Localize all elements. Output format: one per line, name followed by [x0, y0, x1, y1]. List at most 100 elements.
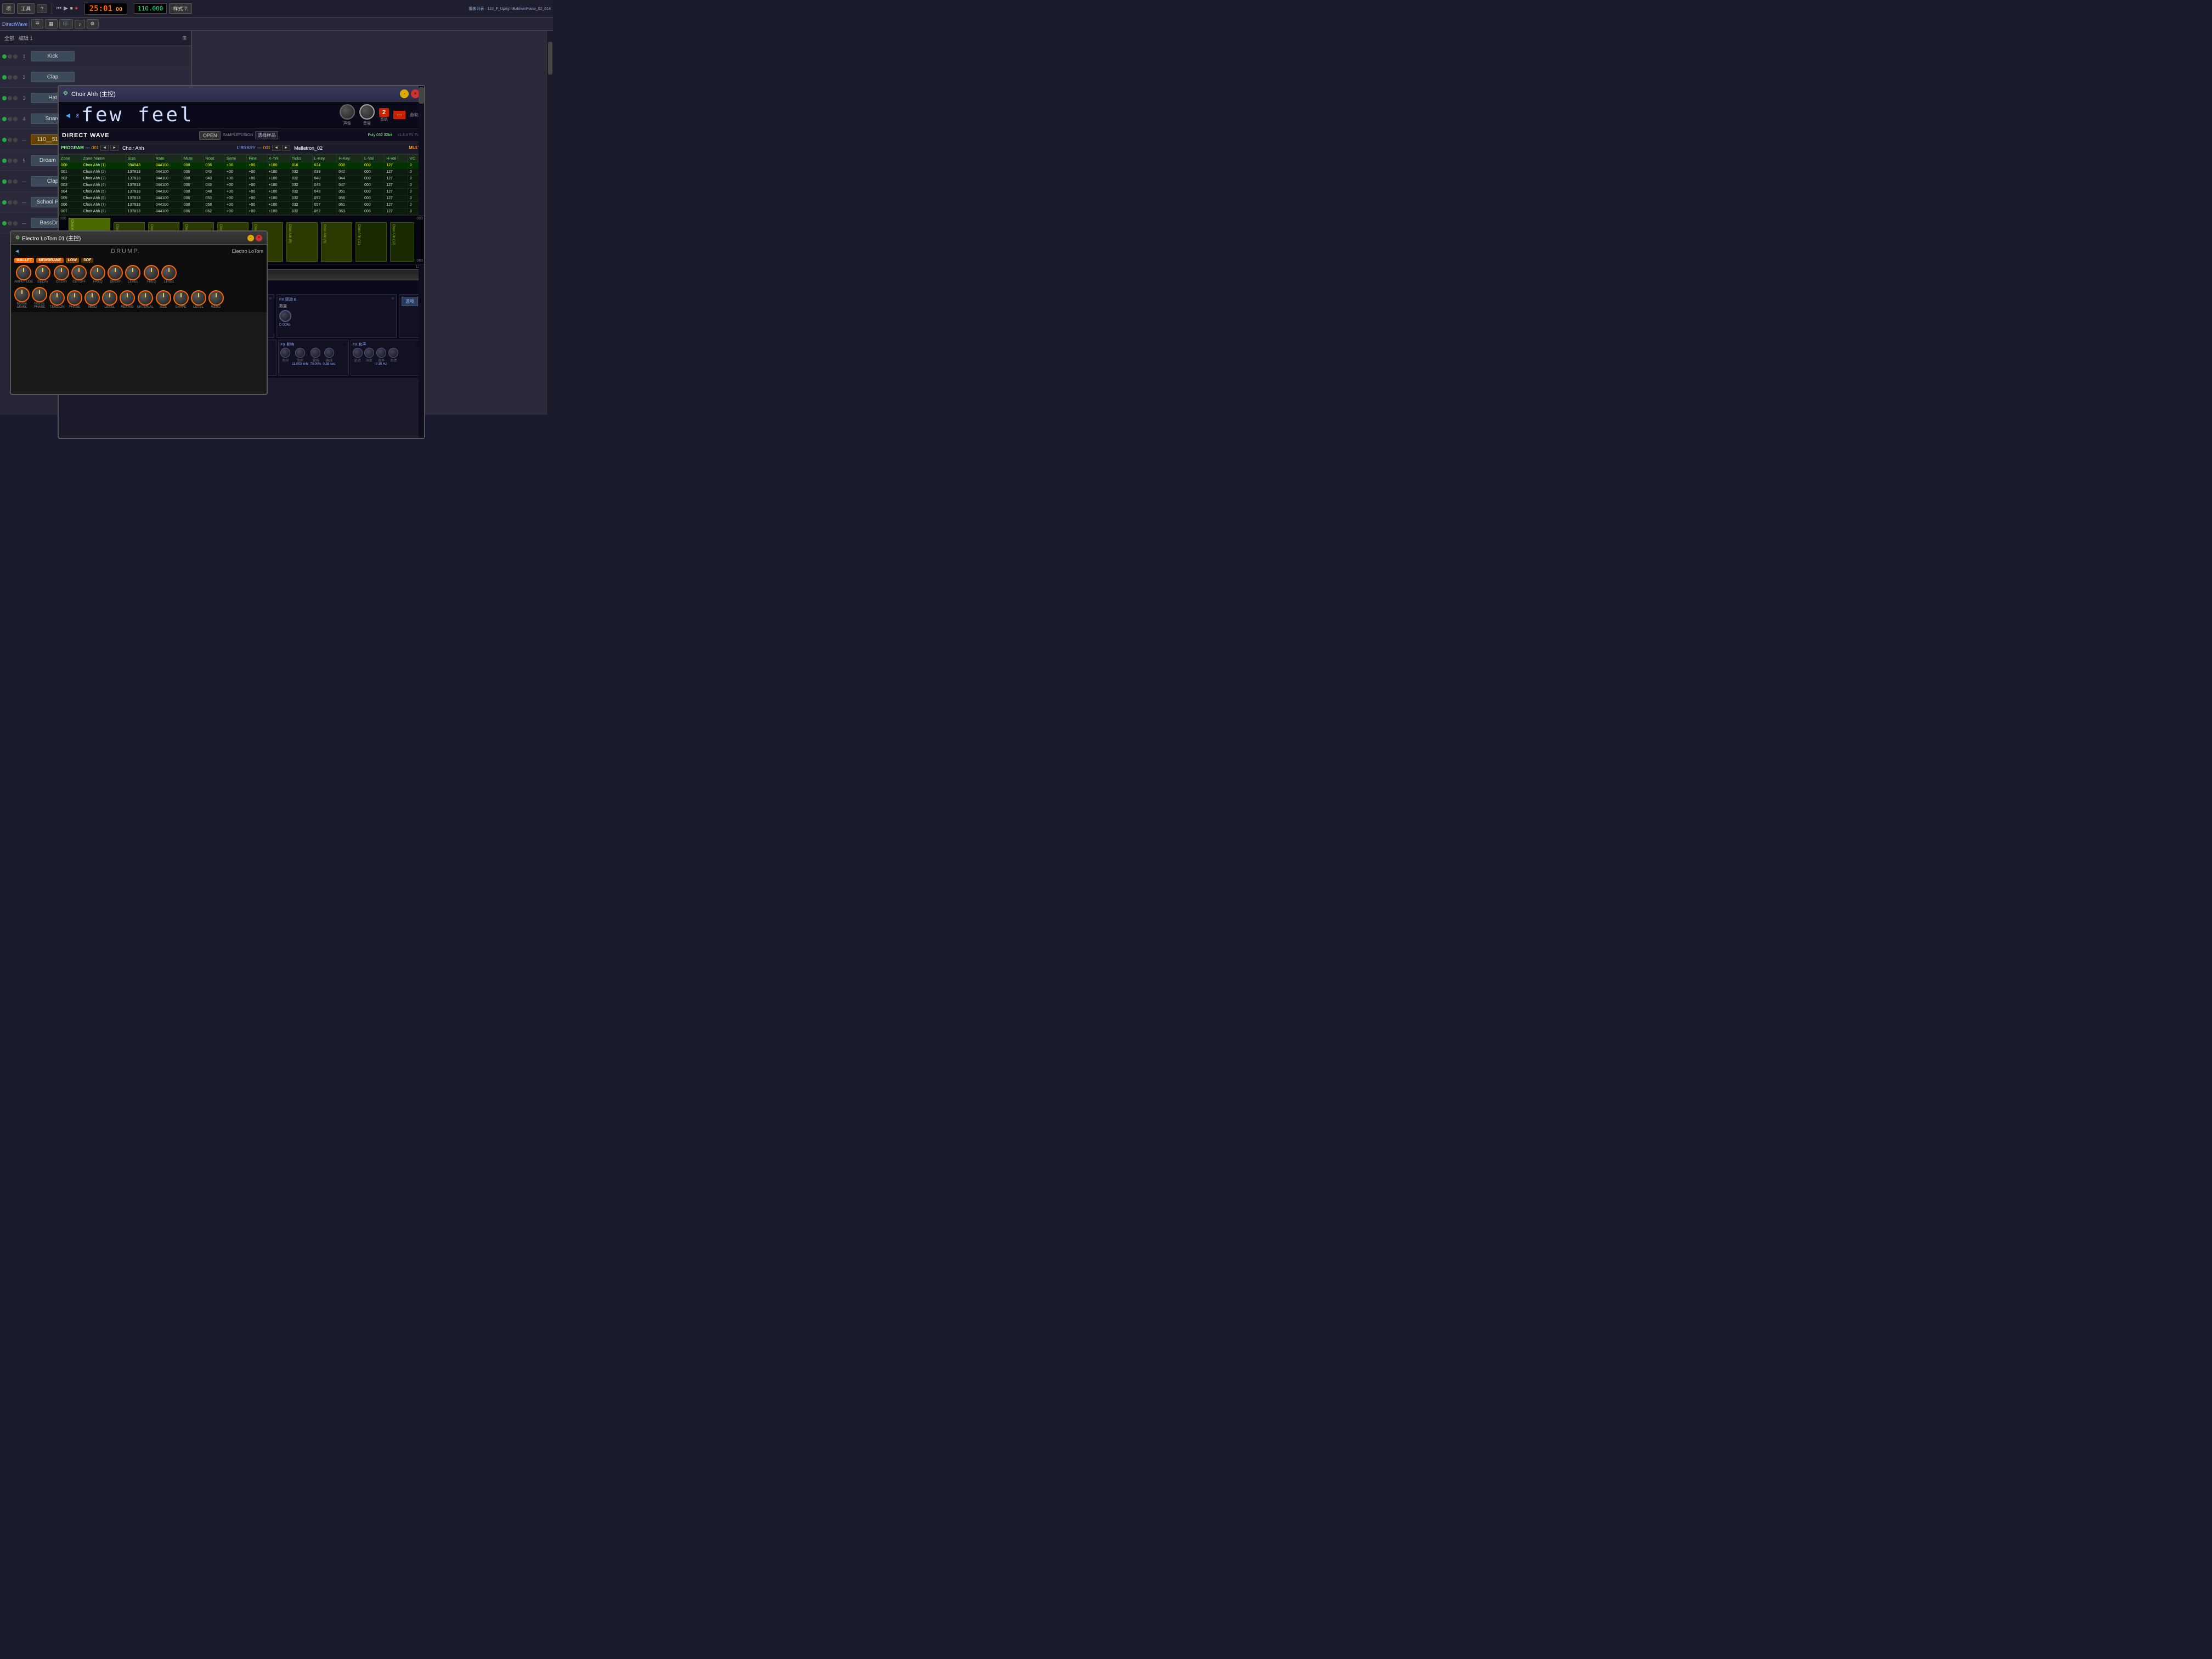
pattern-selector[interactable]: 样式 7:: [169, 3, 192, 14]
right-scrollbar[interactable]: [546, 31, 553, 415]
track-1-name[interactable]: Kick: [31, 51, 75, 61]
fx-depth-knob[interactable]: [364, 348, 374, 358]
toolbar-icon-3[interactable]: 🎼: [59, 19, 73, 29]
cutoff-knob[interactable]: [71, 265, 87, 280]
zone-bar-10[interactable]: Choir Ahh (12): [390, 222, 414, 262]
zone-row-5[interactable]: 005Choir Ahh (6)137813044100000053+00+00…: [59, 195, 424, 202]
menu-help[interactable]: ?: [37, 4, 47, 13]
fx-rate-knob[interactable]: [376, 348, 386, 358]
rewind-icon[interactable]: ⏮: [57, 5, 61, 12]
track-2-solo[interactable]: [13, 75, 18, 80]
track-1-mute[interactable]: [8, 54, 12, 59]
size-knob[interactable]: [156, 290, 171, 306]
electro-close-btn[interactable]: ×: [256, 235, 262, 241]
dw-open-btn[interactable]: OPEN: [199, 131, 221, 140]
noise-level-knob[interactable]: [14, 287, 30, 302]
zone-row-6[interactable]: 006Choir Ahh (7)137813044100000058+00+00…: [59, 202, 424, 208]
track-3-solo[interactable]: [13, 96, 18, 100]
toolbar-icon-1[interactable]: ☰: [31, 19, 43, 29]
zone-row-1[interactable]: 001Choir Ahh (2)137813044100000043+00+00…: [59, 169, 424, 176]
track-bass-solo[interactable]: [13, 221, 18, 225]
track-piano-mute[interactable]: [8, 200, 12, 205]
stop-icon[interactable]: ⏹: [70, 5, 73, 12]
track-clap2-power[interactable]: [2, 179, 7, 184]
track-4-power[interactable]: [2, 117, 7, 121]
low-freq-knob[interactable]: [90, 265, 105, 280]
material-knob[interactable]: [138, 290, 153, 306]
track-clap2-solo[interactable]: [13, 179, 18, 184]
track-1-solo[interactable]: [13, 54, 18, 59]
track-4-solo[interactable]: [13, 117, 18, 121]
reso1-knob[interactable]: [84, 290, 100, 306]
mallet-decay-knob[interactable]: [35, 265, 50, 280]
fx-a-toggle[interactable]: ○: [269, 297, 272, 301]
track-4-mute[interactable]: [8, 117, 12, 121]
track-2-name[interactable]: Clap: [31, 72, 75, 82]
zone-table-scroll[interactable]: Zone Zone Name Size Rate Mute Root Semi …: [59, 154, 424, 215]
fx-delay2-knob[interactable]: [353, 348, 363, 358]
record-icon[interactable]: ⏺: [75, 5, 78, 12]
fx-decay-knob[interactable]: [324, 348, 334, 358]
play-icon[interactable]: ▶: [64, 5, 68, 12]
lib-prev-btn[interactable]: ◄: [272, 145, 280, 151]
amplitude-knob[interactable]: [16, 265, 31, 280]
track-518-power[interactable]: [2, 138, 7, 142]
options-btn[interactable]: 选项: [402, 297, 418, 306]
zone-bar-8[interactable]: Choir Ahh (9): [321, 222, 352, 262]
toolbar-icon-5[interactable]: ⚙: [87, 19, 99, 29]
toolbar-icon-4[interactable]: ♪: [75, 20, 85, 29]
prog-next-btn[interactable]: ►: [110, 145, 119, 151]
sound-knob[interactable]: [340, 104, 355, 120]
electro-minimize-btn[interactable]: -: [247, 235, 254, 241]
track-3-mute[interactable]: [8, 96, 12, 100]
zone-row-2[interactable]: 002Choir Ahh (3)137813044100000043+00+00…: [59, 176, 424, 182]
track-piano-solo[interactable]: [13, 200, 18, 205]
sof-freq-knob[interactable]: [144, 265, 159, 280]
membrane-decay-knob[interactable]: [54, 265, 69, 280]
shape-knob[interactable]: [173, 290, 189, 306]
low-decay-knob[interactable]: [108, 265, 123, 280]
menu-tools[interactable]: 工具: [17, 3, 35, 14]
dw-sample-dropdown[interactable]: 选择样品: [255, 131, 278, 139]
tension-knob[interactable]: [49, 290, 65, 306]
fx-influence-toggle[interactable]: ○: [343, 342, 347, 348]
prog-prev-btn[interactable]: ◄: [100, 145, 109, 151]
track-3-power[interactable]: [2, 96, 7, 100]
zone-bar-7[interactable]: Choir Ahh (8): [286, 222, 318, 262]
noise-phase-knob[interactable]: [32, 287, 47, 302]
fx-reflection-knob[interactable]: [388, 348, 398, 358]
lib-next-btn[interactable]: ►: [282, 145, 290, 151]
fx-b-toggle[interactable]: ○: [392, 297, 394, 301]
zone-row-0[interactable]: 000Choir Ahh (1)094543044100000036+00+00…: [59, 162, 424, 169]
track-clap2-mute[interactable]: [8, 179, 12, 184]
fx-status-toggle[interactable]: ○: [271, 342, 274, 348]
track-2-mute[interactable]: [8, 75, 12, 80]
track-piano-power[interactable]: [2, 200, 7, 205]
zone-bar-9[interactable]: Choir Ahh (11): [356, 222, 387, 262]
phase-knob[interactable]: [67, 290, 82, 306]
low-level-knob[interactable]: [125, 265, 140, 280]
menu-project[interactable]: 项: [2, 3, 15, 14]
fx-room-knob[interactable]: [280, 348, 290, 358]
track-5-power[interactable]: [2, 159, 7, 163]
zone-row-3[interactable]: 003Choir Ahh (4)137813044100000043+00+00…: [59, 182, 424, 189]
track-2-power[interactable]: [2, 75, 7, 80]
track-bass-mute[interactable]: [8, 221, 12, 225]
track-5-solo[interactable]: [13, 159, 18, 163]
sof-level-knob[interactable]: [161, 265, 177, 280]
fx-damp-knob[interactable]: [295, 348, 305, 358]
retrig-knob[interactable]: [120, 290, 135, 306]
track-5-mute[interactable]: [8, 159, 12, 163]
fx-b-count-knob[interactable]: [279, 310, 291, 322]
final-reso-knob[interactable]: [208, 290, 224, 306]
track-518-solo[interactable]: [13, 138, 18, 142]
volume-knob[interactable]: [359, 104, 375, 120]
dw-minimize-btn[interactable]: -: [400, 89, 409, 98]
fx-reverb-knob[interactable]: [311, 348, 320, 358]
toolbar-icon-2[interactable]: ▦: [45, 19, 58, 29]
zone-row-4[interactable]: 004Choir Ahh (5)137813044100000048+00+00…: [59, 189, 424, 195]
final-level-knob[interactable]: [191, 290, 206, 306]
track-bass-power[interactable]: [2, 221, 7, 225]
sof-reso-knob[interactable]: [102, 290, 117, 306]
track-1-power[interactable]: [2, 54, 7, 59]
